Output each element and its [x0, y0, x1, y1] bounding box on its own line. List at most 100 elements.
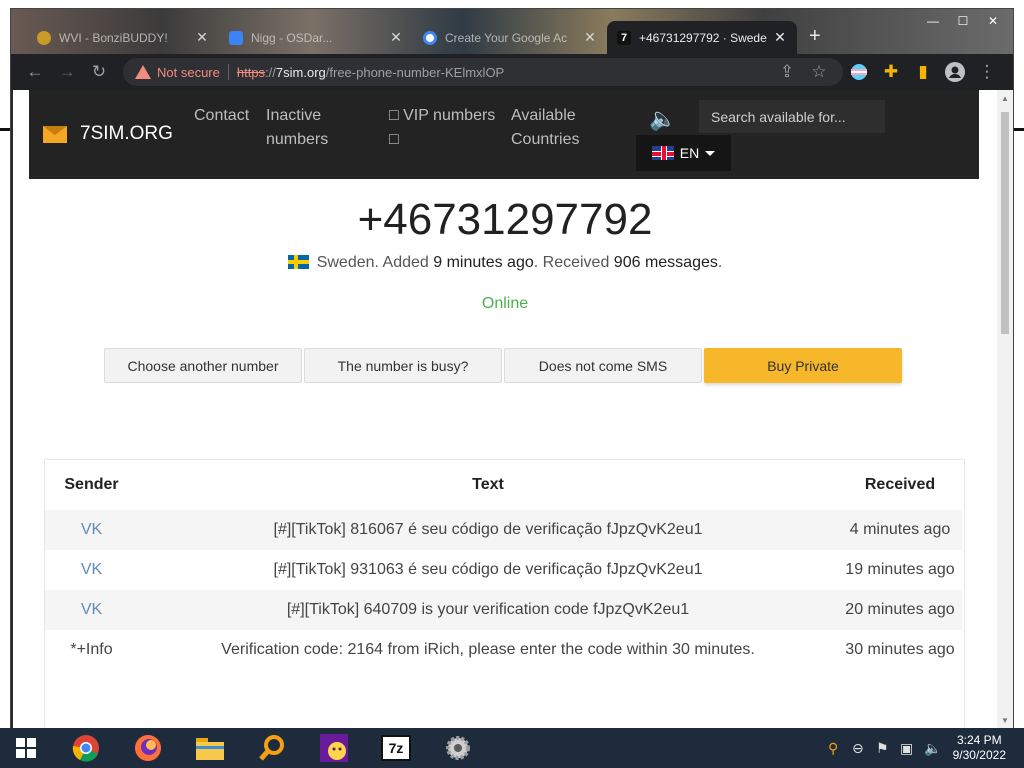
google-icon — [423, 30, 437, 45]
header-received: Received — [864, 476, 936, 493]
tray-volume-icon[interactable]: 🔈 — [924, 740, 941, 757]
scroll-up-icon[interactable]: ▲ — [1001, 94, 1009, 103]
received-cell: 30 minutes ago — [845, 641, 955, 658]
yahoo-messenger-icon[interactable] — [318, 732, 350, 764]
page-viewport: 7SIM.ORG Contact Inactive numbers □ VIP … — [13, 90, 997, 728]
firefox-icon[interactable] — [132, 732, 164, 764]
table-row: *+Info Verification code: 2164 from iRic… — [45, 630, 962, 670]
site-logo[interactable]: 7SIM.ORG — [43, 123, 173, 145]
back-arrow-icon[interactable]: ← — [25, 62, 45, 82]
sender-cell[interactable]: VK — [45, 590, 138, 630]
profile-avatar-icon[interactable] — [945, 62, 965, 82]
chevron-down-icon — [705, 150, 716, 156]
url-scheme: https — [236, 64, 266, 80]
close-tab-icon[interactable]: ✕ — [773, 29, 787, 46]
address-separator — [227, 64, 229, 80]
received-prefix: . Received — [533, 254, 614, 271]
received-count: 906 messages — [613, 254, 718, 271]
window-controls: — ☐ ✕ — [919, 12, 1007, 30]
table-row: VK [#][TikTok] 816067 é seu código de ve… — [45, 510, 962, 550]
sweden-flag-icon — [287, 255, 309, 269]
maximize-button[interactable]: ☐ — [949, 12, 977, 30]
browser-window: WVI - BonziBUDDY! ✕ Nigg - OSDar... ✕ Cr… — [10, 8, 1014, 729]
url-scheme-separator: :// — [265, 64, 276, 80]
chrome-icon[interactable] — [70, 732, 102, 764]
nav-vip-numbers[interactable]: □ VIP numbers □ — [389, 104, 501, 152]
nav-contact[interactable]: Contact — [194, 104, 249, 128]
messages-table: Sender Text Received VK [#][TikTok] 8160… — [45, 460, 962, 670]
close-tab-icon[interactable]: ✕ — [583, 29, 597, 46]
close-tab-icon[interactable]: ✕ — [389, 29, 403, 46]
tab-google-account[interactable]: Create Your Google Ac ✕ — [413, 21, 607, 54]
header-sender: Sender — [64, 476, 119, 493]
no-sms-button[interactable]: Does not come SMS — [504, 348, 702, 383]
extension-flag-icon[interactable] — [849, 62, 869, 82]
file-explorer-icon[interactable] — [194, 732, 226, 764]
search-tool-icon[interactable] — [256, 732, 288, 764]
uk-flag-icon — [651, 146, 674, 160]
search-placeholder: Search available for... — [711, 108, 846, 125]
tray-search-icon[interactable]: ⚲ — [828, 740, 838, 757]
messages-card: Sender Text Received VK [#][TikTok] 8160… — [44, 459, 965, 728]
close-window-button[interactable]: ✕ — [979, 12, 1007, 30]
close-tab-icon[interactable]: ✕ — [195, 29, 209, 46]
online-status: Online — [481, 295, 529, 312]
envelope-icon — [43, 125, 67, 143]
side-panel-icon[interactable]: ▮ — [913, 62, 933, 82]
scroll-down-icon[interactable]: ▼ — [1001, 716, 1009, 725]
received-cell: 19 minutes ago — [845, 561, 955, 578]
page-scrollbar[interactable]: ▲ ▼ — [997, 90, 1013, 728]
tab-title: +46731297792 · Swede — [639, 30, 767, 45]
info-suffix: . — [717, 254, 723, 271]
forward-arrow-icon[interactable]: → — [57, 62, 77, 82]
share-icon[interactable]: ⇪ — [777, 62, 797, 82]
speaker-icon[interactable]: 🔈 — [649, 106, 676, 132]
minimize-button[interactable]: — — [919, 12, 947, 30]
added-time: 9 minutes ago — [433, 254, 534, 271]
reload-icon[interactable]: ↻ — [89, 62, 109, 82]
tray-network-icon[interactable]: ▣ — [900, 740, 913, 757]
tab-bonzibuddy[interactable]: WVI - BonziBUDDY! ✕ — [27, 21, 219, 54]
nav-available-countries[interactable]: Available Countries — [511, 104, 591, 152]
number-busy-button[interactable]: The number is busy? — [304, 348, 502, 383]
sender-cell[interactable]: VK — [45, 550, 138, 590]
table-row: VK [#][TikTok] 640709 is your verificati… — [45, 590, 962, 630]
tab-7sim-active[interactable]: 7 +46731297792 · Swede ✕ — [607, 21, 797, 54]
extensions-puzzle-icon[interactable]: ✚ — [881, 62, 901, 82]
tab-title: Create Your Google Ac — [445, 30, 568, 45]
tab-title: Nigg - OSDar... — [251, 30, 333, 45]
action-buttons: Choose another number The number is busy… — [104, 348, 902, 383]
7zip-icon[interactable]: 7z — [380, 732, 412, 764]
buy-private-button[interactable]: Buy Private — [704, 348, 902, 383]
7zip-label: 7z — [381, 735, 411, 761]
start-icon[interactable] — [10, 732, 42, 764]
language-selector[interactable]: EN — [636, 135, 731, 171]
not-secure-label[interactable]: Not secure — [157, 65, 220, 80]
address-bar[interactable]: Not secure https :// 7sim.org /free-phon… — [123, 58, 843, 86]
sender-cell: *+Info — [70, 641, 113, 658]
search-input[interactable]: Search available for... — [699, 100, 885, 133]
tab-title: WVI - BonziBUDDY! — [59, 30, 168, 45]
tray-minus-icon[interactable]: ⊖ — [852, 740, 864, 757]
tab-osdark[interactable]: Nigg - OSDar... ✕ — [219, 21, 413, 54]
scrollbar-thumb[interactable] — [1001, 112, 1009, 334]
added-prefix: . Added — [374, 254, 434, 271]
sender-cell[interactable]: VK — [45, 510, 138, 550]
choose-another-number-button[interactable]: Choose another number — [104, 348, 302, 383]
site-header: 7SIM.ORG Contact Inactive numbers □ VIP … — [29, 90, 979, 179]
new-tab-button[interactable]: + — [809, 25, 821, 48]
nav-inactive-numbers[interactable]: Inactive numbers — [266, 104, 336, 152]
tab-favicon-icon — [37, 30, 51, 45]
received-cell: 20 minutes ago — [838, 590, 962, 630]
url-path: /free-phone-number-KElmxlOP — [325, 64, 505, 80]
clock-date: 9/30/2022 — [952, 748, 1006, 762]
browser-menu-icon[interactable]: ⋮ — [977, 62, 997, 82]
country-name: Sweden — [316, 254, 375, 271]
table-row: VK [#][TikTok] 931063 é seu código de ve… — [45, 550, 962, 590]
tray-flag-icon[interactable]: ⚑ — [876, 740, 889, 757]
taskbar-clock[interactable]: 3:24 PM 9/30/2022 — [953, 733, 1006, 763]
number-info: Sweden. Added 9 minutes ago. Received 90… — [13, 254, 997, 272]
received-cell: 4 minutes ago — [838, 510, 962, 550]
settings-gear-icon[interactable] — [442, 732, 474, 764]
bookmark-star-icon[interactable]: ☆ — [809, 62, 829, 82]
